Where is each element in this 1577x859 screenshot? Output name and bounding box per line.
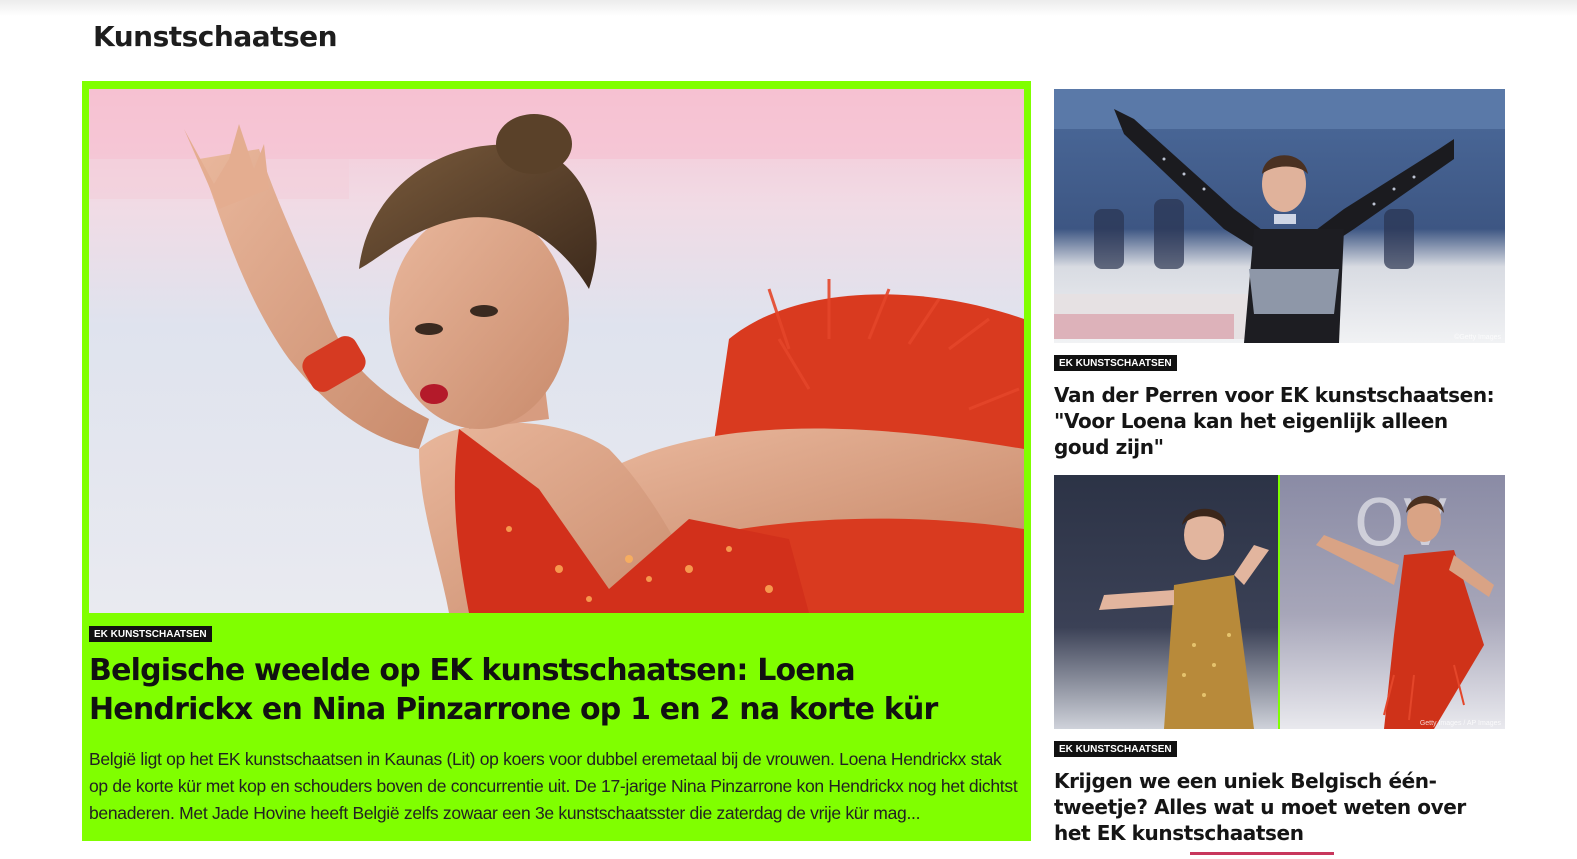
two-skaters-illustration: OV bbox=[1054, 475, 1505, 729]
category-badge[interactable]: EK KUNSTSCHAATSEN bbox=[1054, 355, 1177, 371]
featured-article-card[interactable]: EK KUNSTSCHAATSEN Belgische weelde op EK… bbox=[82, 81, 1031, 841]
featured-summary: België ligt op het EK kunstschaatsen in … bbox=[89, 749, 1018, 823]
side-article-headline[interactable]: Van der Perren voor EK kunstschaatsen: "… bbox=[1054, 382, 1505, 460]
side-article-headline[interactable]: Krijgen we een uniek Belgisch één-tweetj… bbox=[1054, 768, 1505, 846]
side-article-image[interactable]: OV Getty Images / AP Images bbox=[1054, 475, 1505, 729]
more-link-underline bbox=[1190, 852, 1334, 855]
top-shadow-bar bbox=[0, 0, 1577, 16]
image-credit: Getty Images / AP Images bbox=[1419, 720, 1501, 727]
image-credit: ©Getty Images bbox=[1454, 334, 1501, 341]
featured-headline[interactable]: Belgische weelde op EK kunstschaatsen: L… bbox=[89, 651, 1019, 729]
side-article-card[interactable]: OV Getty Images / AP Images EK KUNSTSCHA… bbox=[1054, 475, 1505, 845]
section-title: Kunstschaatsen bbox=[93, 20, 338, 53]
category-badge[interactable]: EK KUNSTSCHAATSEN bbox=[1054, 741, 1177, 757]
category-badge[interactable]: EK KUNSTSCHAATSEN bbox=[89, 626, 212, 642]
skater-arms-up-illustration bbox=[1054, 89, 1505, 343]
side-article-card[interactable]: ©Getty Images EK KUNSTSCHAATSEN Van der … bbox=[1054, 89, 1505, 459]
skater-photo-illustration bbox=[89, 89, 1024, 613]
side-article-image[interactable]: ©Getty Images bbox=[1054, 89, 1505, 343]
featured-article-image[interactable] bbox=[89, 89, 1024, 613]
